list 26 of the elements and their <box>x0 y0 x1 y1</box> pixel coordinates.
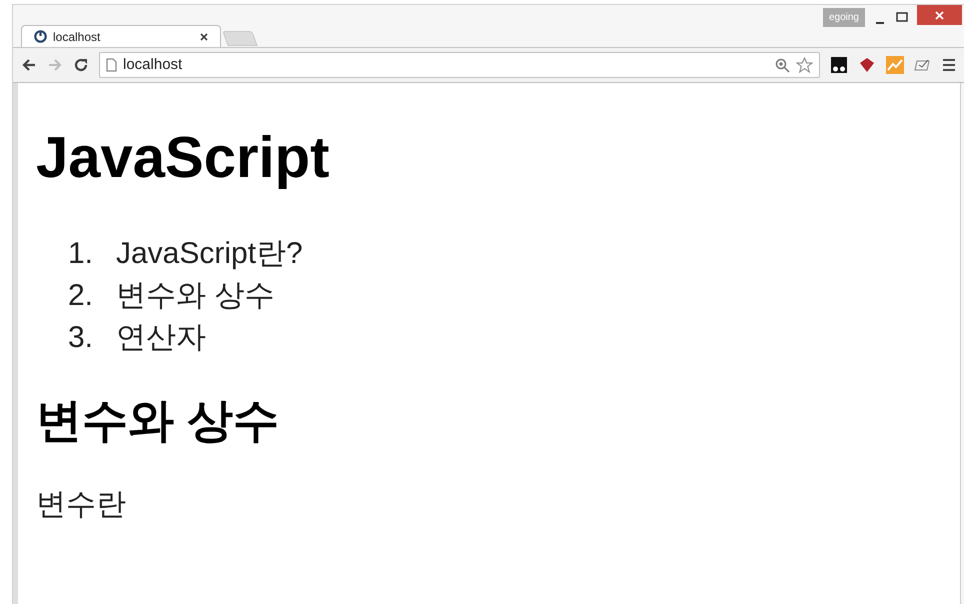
reload-icon[interactable] <box>73 57 89 73</box>
star-icon[interactable] <box>796 56 813 74</box>
contents-link[interactable]: JavaScript란? <box>116 232 303 275</box>
page-heading: JavaScript <box>36 124 330 192</box>
contents-link[interactable]: 변수와 상수 <box>116 274 274 317</box>
gem-icon[interactable] <box>858 56 876 74</box>
list-number: 1. <box>68 236 94 272</box>
menu-icon[interactable] <box>942 58 956 72</box>
close-button[interactable] <box>917 5 962 25</box>
tab-title: localhost <box>53 28 102 46</box>
tab-close-icon[interactable] <box>200 32 208 40</box>
zoom-icon[interactable] <box>775 58 790 72</box>
browser-tab[interactable]: localhost <box>21 25 221 47</box>
page-icon <box>106 58 117 72</box>
url-text: localhost <box>123 54 184 75</box>
paragraph: 변수란 <box>36 486 127 523</box>
contents-link[interactable]: 연산자 <box>116 316 206 359</box>
maximize-icon[interactable] <box>895 11 909 23</box>
tab-favicon-icon <box>34 30 47 43</box>
list-number: 2. <box>68 278 94 314</box>
close-icon <box>935 10 944 20</box>
extension-icon[interactable] <box>830 56 848 74</box>
section-heading: 변수와 상수 <box>36 392 280 448</box>
address-bar[interactable]: localhost <box>99 52 820 78</box>
back-icon[interactable] <box>21 57 37 73</box>
list-number: 3. <box>68 320 94 356</box>
